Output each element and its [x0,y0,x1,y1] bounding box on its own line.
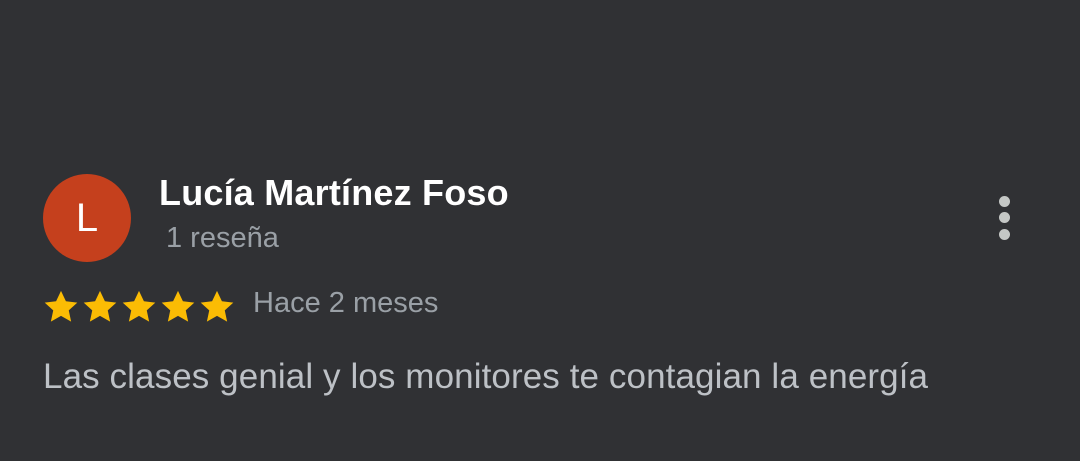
review-count: 1 reseña [166,222,279,254]
review-card: L Lucía Martínez Foso 1 reseña Hace 2 me… [0,0,1080,461]
avatar[interactable]: L [43,174,131,262]
menu-dot [999,196,1010,207]
star-icon [159,288,197,326]
avatar-letter: L [75,196,99,240]
menu-dot [999,229,1010,240]
reviewer-name[interactable]: Lucía Martínez Foso [159,172,509,214]
star-icon [81,288,119,326]
review-date: Hace 2 meses [253,287,439,319]
star-rating [42,288,236,326]
star-icon [42,288,80,326]
star-icon [120,288,158,326]
review-text: Las clases genial y los monitores te con… [43,357,929,396]
menu-dot [999,212,1010,223]
star-icon [198,288,236,326]
more-options-icon[interactable] [990,193,1020,245]
